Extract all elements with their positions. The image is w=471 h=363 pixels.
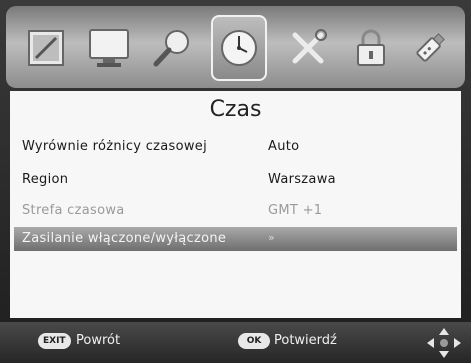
setting-label: Strefa czasowa [22,203,125,218]
setting-row-power-timer[interactable]: Zasilanie włączone/wyłączone » [14,227,457,251]
footer-bar: EXIT Powrót OK Potwierdź [0,322,471,363]
tools-icon[interactable] [282,20,334,76]
time-settings-panel: Czas Wyrównie różnicy czasowej Auto Regi… [10,91,461,318]
setting-row-timezone: Strefa czasowa GMT +1 [14,199,457,223]
search-icon[interactable] [146,20,198,76]
page-title: Czas [209,97,262,122]
setting-label: Region [22,172,69,187]
usb-icon[interactable] [404,20,456,76]
lock-icon[interactable] [345,20,397,76]
setting-label: Wyrównie różnicy czasowej [22,139,208,154]
submenu-arrow-icon: » [268,231,276,244]
exit-key-button[interactable]: EXIT [38,333,71,349]
setting-row-region[interactable]: Region Warszawa [14,168,457,192]
navigation-arrows-icon [427,328,461,358]
tv-icon[interactable] [83,20,135,76]
tv-menu-screen: Czas Wyrównie różnicy czasowej Auto Regi… [0,0,471,363]
setting-value: GMT +1 [268,203,323,218]
back-label: Powrót [76,333,121,348]
setting-label: Zasilanie włączone/wyłączone [22,231,227,246]
setting-value: Auto [268,139,300,154]
setting-value: Warszawa [268,172,336,187]
ok-key-button[interactable]: OK [238,333,270,349]
confirm-label: Potwierdź [274,333,337,348]
menu-icon-bar [6,6,465,88]
picture-icon[interactable] [20,20,72,76]
setting-row-time-offset[interactable]: Wyrównie różnicy czasowej Auto [14,135,457,159]
clock-icon[interactable] [211,15,267,81]
